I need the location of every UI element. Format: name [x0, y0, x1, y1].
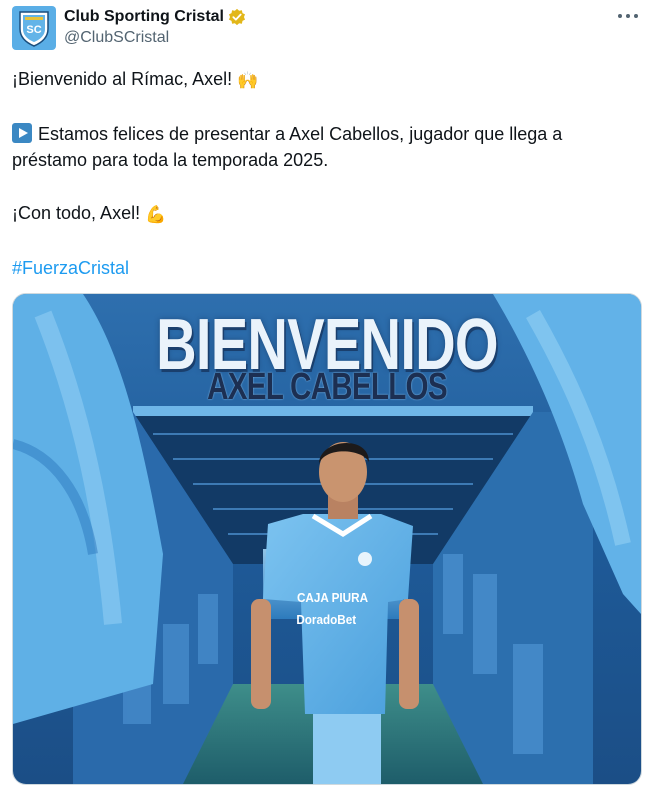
announcement-text: Estamos felices de presentar a Axel Cabe… [12, 124, 563, 170]
display-name[interactable]: Club Sporting Cristal [64, 8, 224, 26]
more-dot-icon [634, 14, 638, 18]
sponsor-caja-piura: CAJA PIURA [296, 590, 369, 605]
sponsor-doradobet: DoradoBet [296, 612, 357, 627]
more-dot-icon [626, 14, 630, 18]
play-button-emoji-icon [12, 123, 32, 143]
tweet-line-greeting: ¡Bienvenido al Rímac, Axel! 🙌 [12, 66, 632, 94]
hashtag-link[interactable]: #FuerzaCristal [12, 258, 129, 278]
tweet-media-image[interactable]: BIENVENIDO AXEL CABELLOS CAJA PIURA Dora… [12, 293, 642, 785]
raised-hands-emoji-icon: 🙌 [237, 71, 259, 91]
media-player-name: AXEL CABELLOS [207, 366, 447, 408]
tweet-line-cheer: ¡Con todo, Axel! 💪 [12, 200, 632, 228]
tweet-line-announcement: Estamos felices de presentar a Axel Cabe… [12, 121, 632, 173]
avatar[interactable]: SC [12, 6, 56, 50]
flexed-biceps-emoji-icon: 💪 [145, 205, 167, 225]
handle[interactable]: @ClubSCristal [64, 29, 246, 47]
more-options-button[interactable] [618, 8, 638, 24]
verified-badge-icon [228, 8, 246, 26]
avatar-text: SC [26, 24, 41, 36]
more-dot-icon [618, 14, 622, 18]
greeting-text: ¡Bienvenido al Rímac, Axel! [12, 69, 233, 89]
club-crest-icon: SC [19, 11, 49, 47]
tweet-line-hashtag: #FuerzaCristal [12, 255, 632, 281]
tweet-header: Club Sporting Cristal @ClubSCristal [64, 6, 246, 47]
cheer-text: ¡Con todo, Axel! [12, 203, 141, 223]
tweet-card: SC Club Sporting Cristal @ClubSCristal ¡… [0, 0, 652, 785]
tweet-text: ¡Bienvenido al Rímac, Axel! 🙌 Estamos fe… [12, 66, 632, 281]
